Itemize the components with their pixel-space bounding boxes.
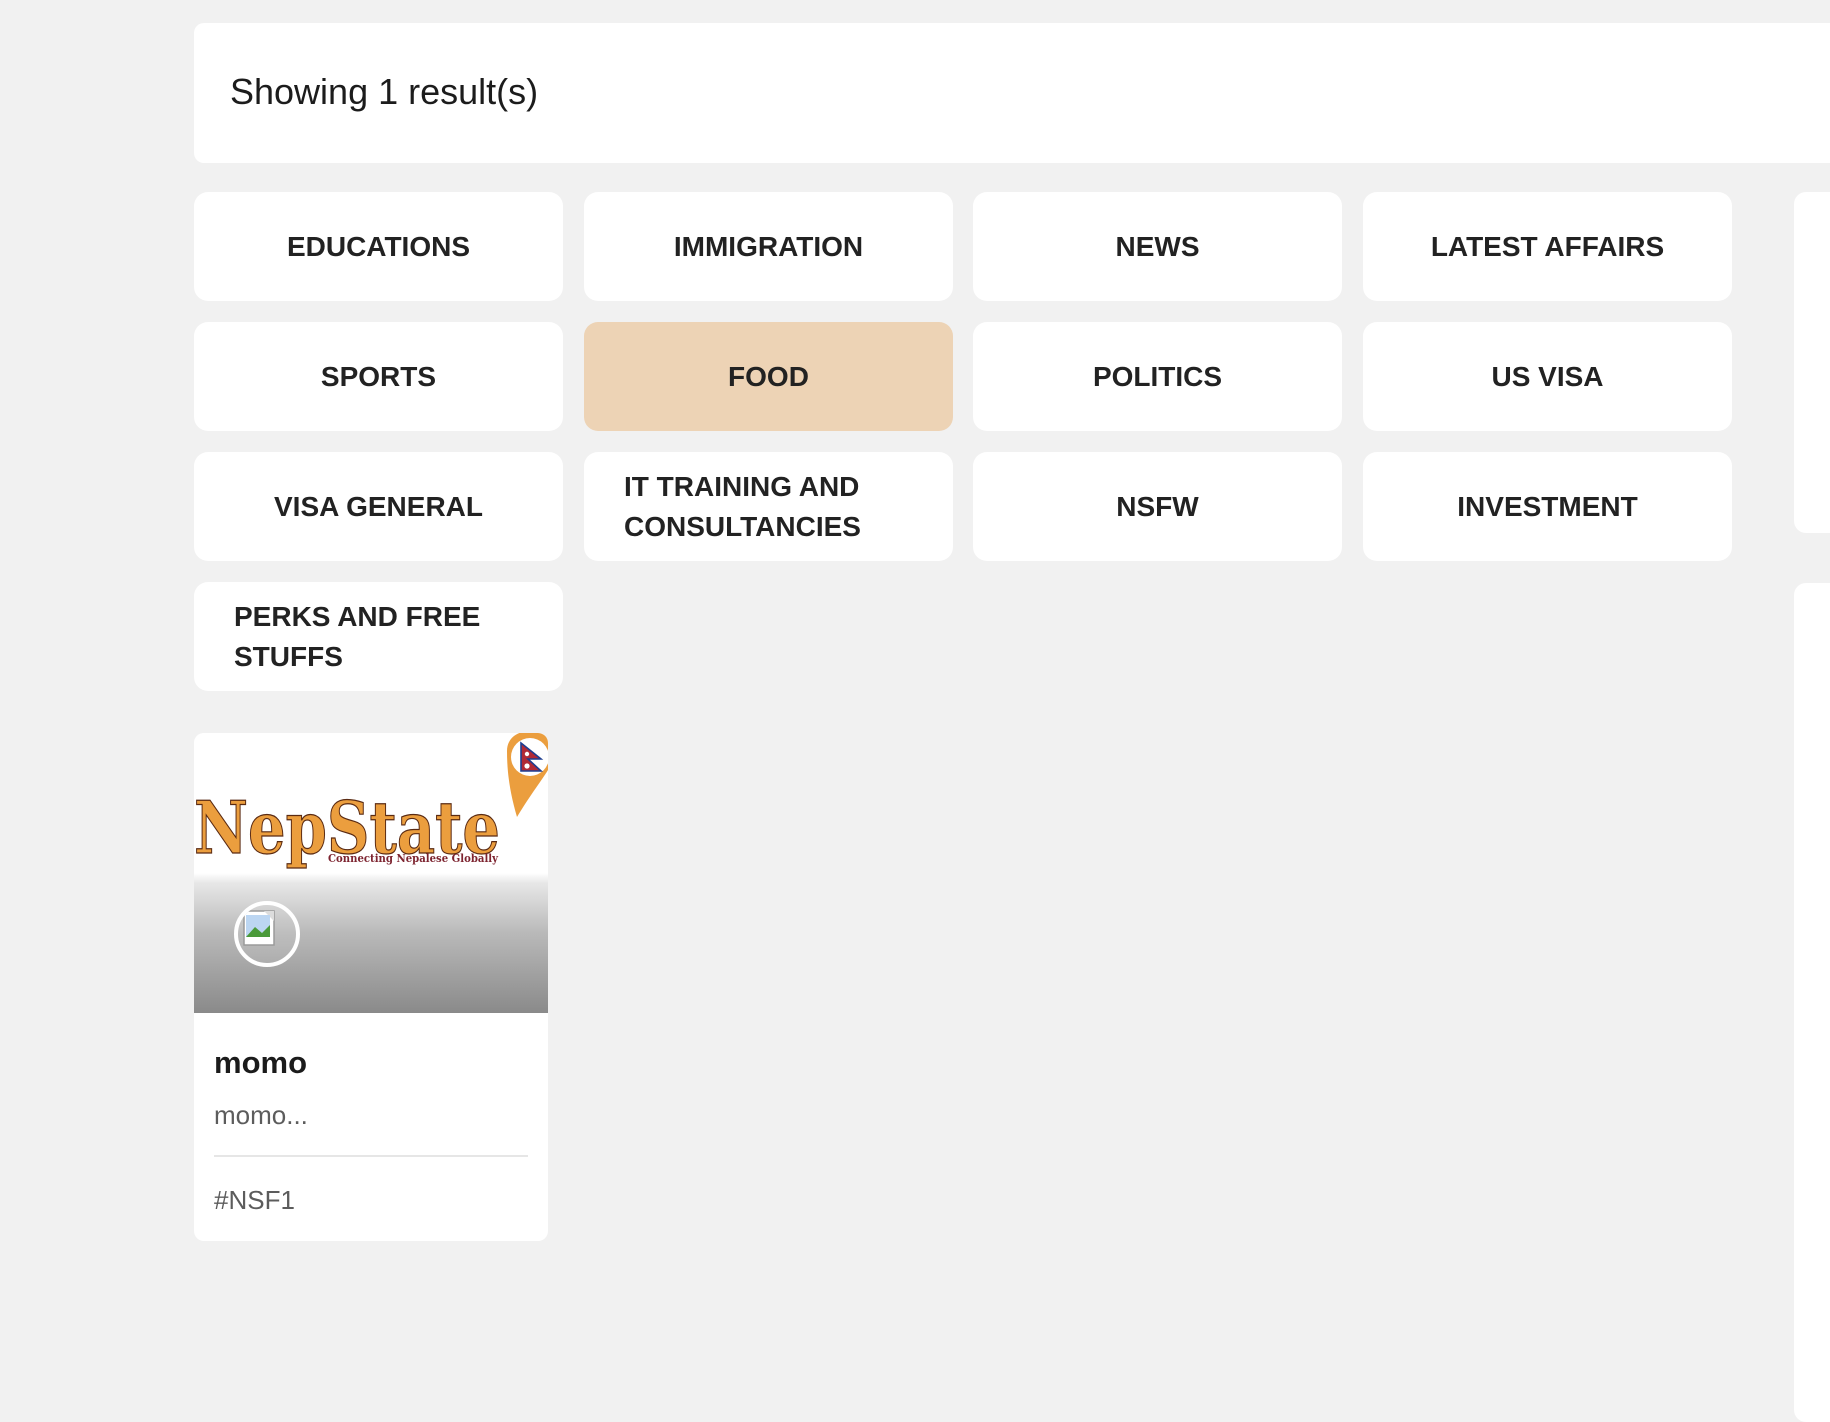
logo-tagline: Connecting Nepalese Globally xyxy=(328,852,499,865)
results-count: Showing 1 result(s) xyxy=(230,71,539,112)
category-latest-affairs[interactable]: LATEST AFFAIRS xyxy=(1363,192,1732,301)
category-nsfw[interactable]: NSFW xyxy=(973,452,1342,561)
broken-image-icon xyxy=(243,910,275,946)
sidebar-panel-bottom xyxy=(1794,583,1830,1422)
category-sports[interactable]: SPORTS xyxy=(194,322,563,431)
results-header: Showing 1 result(s) xyxy=(194,23,1830,163)
post-tag[interactable]: #NSF1 xyxy=(214,1185,295,1216)
category-label: NEWS xyxy=(1115,230,1200,262)
category-label: VISA GENERAL xyxy=(274,490,483,522)
category-label: US VISA xyxy=(1491,360,1604,392)
category-investment[interactable]: INVESTMENT xyxy=(1363,452,1732,561)
category-label: FOOD xyxy=(728,360,809,392)
category-news[interactable]: NEWS xyxy=(973,192,1342,301)
category-label: IT TRAINING AND CONSULTANCIES xyxy=(624,470,861,542)
card-divider xyxy=(214,1155,528,1157)
category-label: NSFW xyxy=(1116,490,1199,522)
category-label: INVESTMENT xyxy=(1457,490,1638,522)
category-label: LATEST AFFAIRS xyxy=(1430,230,1665,262)
author-avatar[interactable] xyxy=(234,901,300,967)
post-title[interactable]: momo xyxy=(214,1045,307,1081)
category-educations[interactable]: EDUCATIONS xyxy=(194,192,563,301)
category-us-visa[interactable]: US VISA xyxy=(1363,322,1732,431)
category-immigration[interactable]: IMMIGRATION xyxy=(584,192,953,301)
category-politics[interactable]: POLITICS xyxy=(973,322,1342,431)
category-visa-general[interactable]: VISA GENERAL xyxy=(194,452,563,561)
nepstate-logo: NepState Connecting Nepalese Globally xyxy=(194,733,548,883)
category-label: EDUCATIONS xyxy=(286,230,471,262)
category-it-training[interactable]: IT TRAINING AND CONSULTANCIES xyxy=(584,452,953,561)
category-label: IMMIGRATION xyxy=(673,230,864,262)
card-banner: NepState Connecting Nepalese Globally xyxy=(194,733,548,1013)
post-card[interactable]: NepState Connecting Nepalese Globally mo… xyxy=(194,733,548,1241)
category-food[interactable]: FOOD xyxy=(584,322,953,431)
post-excerpt: momo... xyxy=(214,1100,308,1130)
sidebar-panel-top xyxy=(1794,192,1830,533)
map-pin-flag-icon xyxy=(507,733,548,817)
category-label: POLITICS xyxy=(1092,360,1223,392)
category-label: PERKS AND FREE STUFFS xyxy=(234,600,481,672)
category-perks[interactable]: PERKS AND FREE STUFFS xyxy=(194,582,563,691)
category-label: SPORTS xyxy=(320,360,437,392)
